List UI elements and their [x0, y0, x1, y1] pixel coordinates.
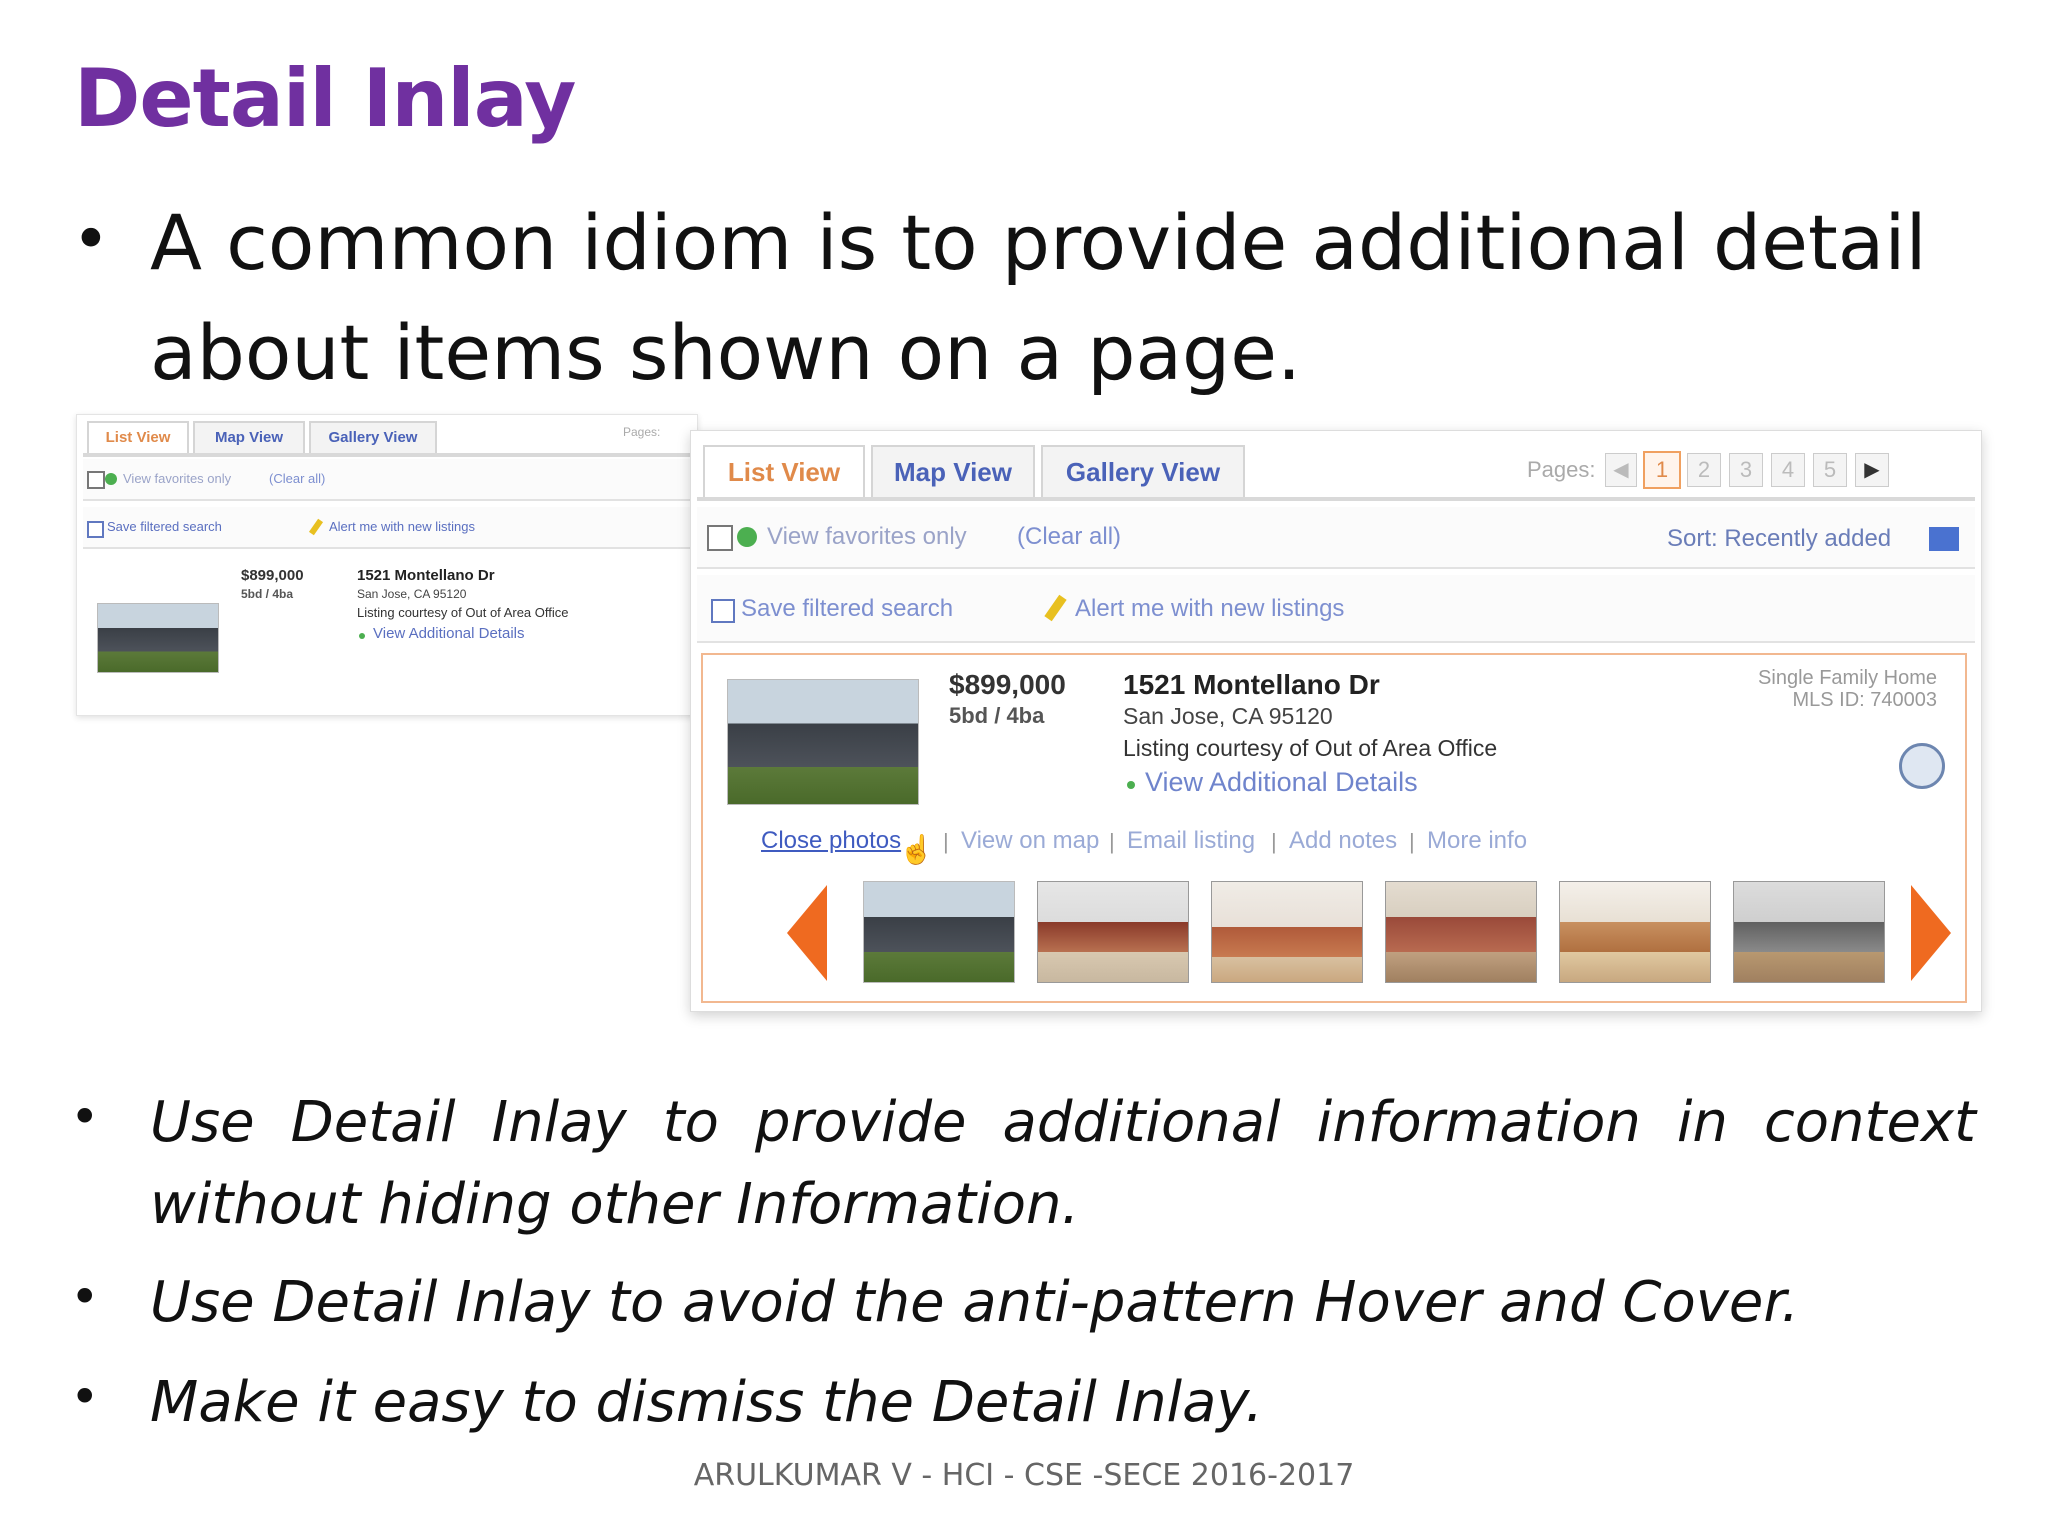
search-actions-row-expanded: Save filtered search Alert me with new l…	[697, 575, 1975, 643]
save-icon	[87, 521, 104, 538]
listing-thumbnail[interactable]	[97, 603, 219, 673]
email-listing-link[interactable]: Email listing	[1127, 827, 1255, 855]
listing-screenshot-collapsed: List View Map View Gallery View Pages: V…	[76, 414, 698, 716]
save-search-link-expanded[interactable]: Save filtered search	[741, 595, 953, 623]
save-search-link[interactable]: Save filtered search	[107, 519, 222, 534]
tab-gallery-view[interactable]: Gallery View	[309, 421, 437, 453]
listing-price: $899,000	[241, 567, 304, 584]
search-actions-row: Save filtered search Alert me with new l…	[83, 507, 691, 549]
action-separator: |	[943, 829, 949, 854]
listing-courtesy: Listing courtesy of Out of Area Office	[357, 605, 569, 620]
listing-main-photo[interactable]	[727, 679, 919, 805]
detail-inlay: $899,000 5bd / 4ba 1521 Montellano Dr Sa…	[701, 653, 1967, 1003]
bullet-text-1: Use Detail Inlay to provide additional i…	[150, 1090, 1976, 1237]
favorites-label: View favorites only	[123, 471, 232, 486]
tab-map-view[interactable]: Map View	[193, 421, 305, 453]
listing-beds-baths-expanded: 5bd / 4ba	[949, 703, 1045, 728]
pages-label-expanded: Pages:	[1527, 457, 1596, 482]
details-bullet-icon-expanded	[1127, 781, 1135, 789]
alert-link[interactable]: Alert me with new listings	[329, 519, 475, 534]
add-notes-link[interactable]: Add notes	[1289, 827, 1397, 855]
carousel-photo[interactable]	[1211, 881, 1363, 983]
favorite-check-icon-expanded	[737, 527, 757, 547]
alert-bell-icon-expanded	[1044, 594, 1067, 622]
page-2-button[interactable]: 2	[1687, 453, 1721, 487]
save-icon-expanded	[711, 599, 735, 623]
clear-all-link-expanded[interactable]: (Clear all)	[1017, 523, 1121, 551]
carousel-photo[interactable]	[1385, 881, 1537, 983]
sort-label[interactable]: Sort: Recently added	[1667, 525, 1891, 553]
carousel-photo[interactable]	[863, 881, 1015, 983]
bullet-text-2: Use Detail Inlay to avoid the anti-patte…	[150, 1270, 1800, 1335]
bullet-marker: •	[70, 1368, 100, 1426]
view-tabs-expanded: List View Map View Gallery View Pages: ◀…	[697, 445, 1975, 501]
listing-city: San Jose, CA 95120	[357, 587, 467, 601]
listing-address-expanded[interactable]: 1521 Montellano Dr	[1123, 669, 1380, 701]
listing-city-expanded: San Jose, CA 95120	[1123, 703, 1333, 729]
details-bullet-icon	[359, 633, 365, 639]
more-info-link[interactable]: More info	[1427, 827, 1527, 855]
view-details-link-expanded[interactable]: View Additional Details	[1145, 767, 1418, 798]
listing-beds-baths: 5bd / 4ba	[241, 587, 294, 601]
bullet-marker: •	[72, 203, 110, 277]
action-separator: |	[1271, 829, 1277, 854]
favorites-label-expanded: View favorites only	[767, 523, 967, 550]
close-photos-link[interactable]: Close photos	[761, 827, 901, 855]
alert-link-expanded[interactable]: Alert me with new listings	[1075, 595, 1344, 623]
favorites-row: View favorites only (Clear all)	[83, 459, 691, 501]
favorites-checkbox-expanded[interactable]	[707, 525, 733, 551]
listing-courtesy-expanded: Listing courtesy of Out of Area Office	[1123, 735, 1498, 761]
action-separator: |	[1409, 829, 1415, 854]
tab-list-view[interactable]: List View	[87, 421, 189, 453]
carousel-prev-arrow-icon[interactable]	[787, 885, 827, 981]
tab-map-view-expanded[interactable]: Map View	[871, 445, 1035, 497]
main-bullet-text: A common idiom is to provide additional …	[150, 198, 1927, 397]
slide-title: Detail Inlay	[74, 52, 576, 145]
slide-footer: ARULKUMAR V - HCI - CSE -SECE 2016-2017	[693, 1458, 1355, 1493]
favorites-row-expanded: View favorites only (Clear all) Sort: Re…	[697, 507, 1975, 569]
page-4-button[interactable]: 4	[1771, 453, 1805, 487]
page-3-button[interactable]: 3	[1729, 453, 1763, 487]
carousel-next-arrow-icon[interactable]	[1911, 885, 1951, 981]
bullet-text-3: Make it easy to dismiss the Detail Inlay…	[150, 1370, 1264, 1435]
mls-id: MLS ID: 740003	[1792, 689, 1937, 711]
tab-list-view-expanded[interactable]: List View	[703, 445, 865, 497]
hand-cursor-icon: ☝	[899, 834, 934, 865]
page-next-button[interactable]: ▶	[1855, 453, 1889, 487]
listing-screenshot-expanded: List View Map View Gallery View Pages: ◀…	[690, 430, 1982, 1012]
favorite-check-icon	[105, 473, 117, 485]
clear-all-link[interactable]: (Clear all)	[269, 471, 325, 486]
view-tabs: List View Map View Gallery View Pages:	[83, 421, 691, 457]
home-type: Single Family Home	[1758, 667, 1937, 689]
carousel-photo[interactable]	[1733, 881, 1885, 983]
page-1-button[interactable]: 1	[1643, 451, 1681, 489]
tab-gallery-view-expanded[interactable]: Gallery View	[1041, 445, 1245, 497]
listing-price-expanded: $899,000	[949, 669, 1066, 700]
view-on-map-link[interactable]: View on map	[961, 827, 1099, 855]
carousel-photo[interactable]	[1037, 881, 1189, 983]
bullet-marker: •	[70, 1268, 100, 1326]
alert-bell-icon	[308, 518, 324, 536]
page-5-button[interactable]: 5	[1813, 453, 1847, 487]
action-separator: |	[1109, 829, 1115, 854]
carousel-photo[interactable]	[1559, 881, 1711, 983]
bullet-marker: •	[70, 1088, 100, 1146]
view-details-link[interactable]: View Additional Details	[373, 625, 524, 642]
listing-address[interactable]: 1521 Montellano Dr	[357, 567, 495, 584]
page-prev-button[interactable]: ◀	[1605, 453, 1637, 487]
sort-dropdown-icon[interactable]	[1929, 527, 1959, 551]
favorites-checkbox[interactable]	[87, 471, 105, 489]
pages-label: Pages:	[623, 425, 661, 439]
history-clock-icon[interactable]	[1899, 743, 1945, 789]
